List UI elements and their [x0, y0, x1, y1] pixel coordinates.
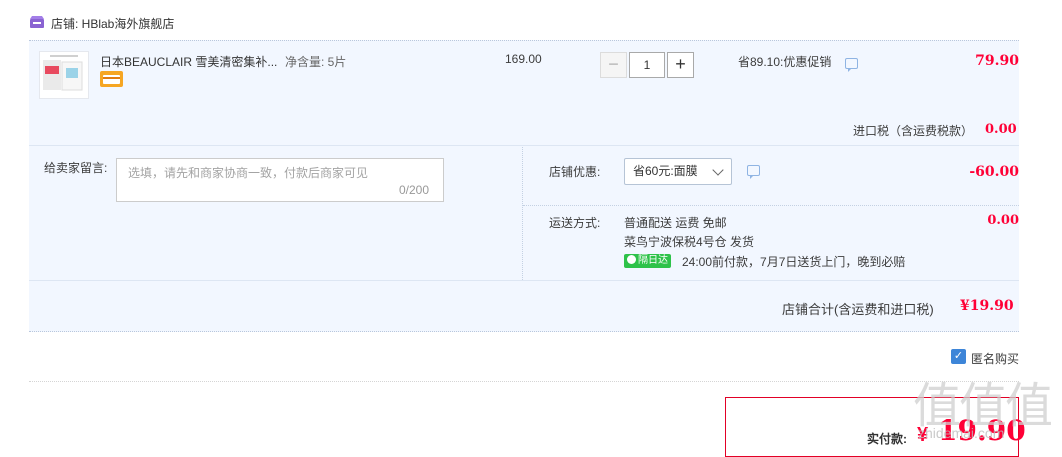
unit-price: 169.00 — [505, 52, 542, 66]
shop-coupon-select[interactable]: 省60元:面膜 — [624, 158, 732, 185]
shop-coupon-label: 店铺优惠: — [549, 165, 601, 179]
shipping-label: 运送方式: — [549, 216, 601, 230]
lightning-icon — [627, 255, 636, 264]
product-name[interactable]: 日本BEAUCLAIR 雪美清密集补... — [100, 53, 277, 70]
shop-name[interactable]: 店铺: HBlab海外旗舰店 — [51, 15, 174, 32]
quantity-increase-button[interactable]: + — [667, 52, 694, 78]
next-day-badge: 隔日达 — [624, 254, 671, 268]
chevron-down-icon — [712, 164, 724, 176]
shipping-warehouse: 菜鸟宁波保税4号仓 发货 — [624, 235, 755, 249]
watermark-url: zhidemai.com — [918, 425, 1005, 441]
divider — [29, 381, 1019, 382]
product-thumbnail[interactable] — [39, 51, 89, 99]
row-separator — [29, 280, 1019, 281]
next-day-badge-label: 隔日达 — [638, 255, 668, 266]
payment-label: 实付款: — [867, 432, 907, 446]
quantity-decrease-button[interactable]: − — [600, 52, 627, 78]
shop-subtotal-label: 店铺合计(含运费和进口税) — [782, 302, 934, 317]
message-placeholder: 选填，请先和商家协商一致，付款后商家可见 — [128, 166, 369, 180]
import-tax-value: 0.00 — [985, 122, 1017, 137]
import-tax-label: 进口税（含运费税款） — [853, 124, 974, 138]
shop-coupon-value: -60.00 — [969, 164, 1019, 180]
quantity-input[interactable]: 1 — [629, 52, 665, 78]
cross-border-card-icon — [100, 71, 123, 87]
anonymous-checkbox[interactable]: ✓ — [951, 349, 966, 364]
chat-icon[interactable] — [747, 165, 760, 179]
shipping-method: 普通配送 运费 免邮 — [624, 216, 727, 230]
shipping-value: 0.00 — [987, 213, 1019, 228]
item-total: 79.90 — [975, 53, 1019, 69]
message-label: 给卖家留言: — [44, 161, 108, 175]
row-separator — [29, 145, 1019, 146]
shop-icon — [30, 16, 44, 28]
section-divider — [523, 205, 1019, 206]
product-spec: 净含量: 5片 — [285, 55, 347, 69]
shop-subtotal-value: ¥19.90 — [960, 298, 1014, 314]
promotion-text[interactable]: 省89.10:优惠促销 — [738, 53, 831, 70]
message-counter: 0/200 — [399, 183, 430, 197]
anonymous-label[interactable]: 匿名购买 — [971, 350, 1019, 367]
shop-coupon-selected: 省60元:面膜 — [633, 164, 698, 178]
chat-icon[interactable] — [845, 58, 858, 72]
delivery-note: 24:00前付款，7月7日送货上门，晚到必赔 — [682, 255, 906, 269]
section-divider — [522, 147, 523, 280]
